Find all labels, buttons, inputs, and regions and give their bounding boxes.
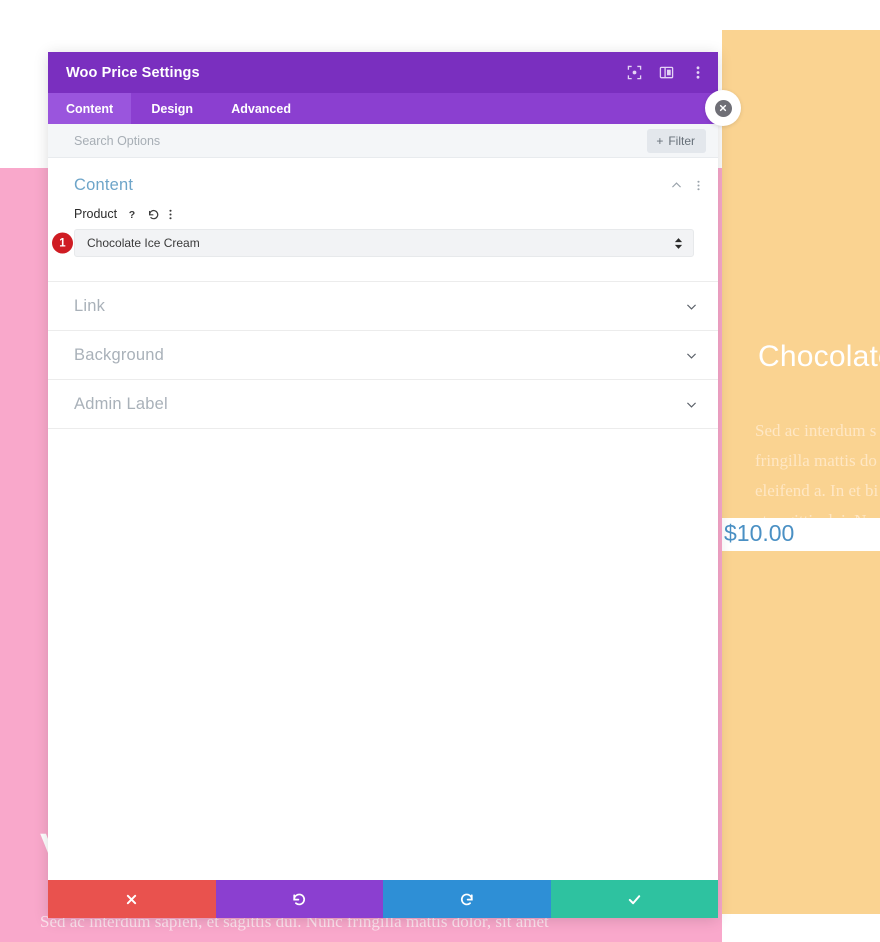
- modal-options-body: Content Product ? 1 Chocolate Ice Cream …: [48, 158, 718, 880]
- product-select-value: Chocolate Ice Cream: [87, 236, 200, 250]
- select-updown-icon: [674, 237, 683, 250]
- product-select[interactable]: Chocolate Ice Cream: [74, 229, 694, 257]
- section-admin-label[interactable]: Admin Label: [48, 380, 718, 429]
- product-field-label: Product: [74, 207, 118, 221]
- section-content-header[interactable]: Content: [48, 158, 718, 207]
- section-background[interactable]: Background: [48, 331, 718, 380]
- woo-price-settings-modal: Woo Price Settings Content Design Advanc…: [48, 52, 718, 918]
- redo-button[interactable]: [383, 880, 551, 918]
- svg-text:?: ?: [129, 209, 135, 220]
- close-preview-button[interactable]: [705, 90, 741, 126]
- modal-tab-bar: Content Design Advanced: [48, 93, 718, 124]
- reset-icon[interactable]: [147, 208, 160, 221]
- panel-layout-icon[interactable]: [658, 65, 674, 81]
- preview-product-heading: Chocolate Ic: [758, 340, 880, 373]
- more-options-icon[interactable]: [697, 179, 700, 192]
- tab-design[interactable]: Design: [131, 93, 213, 124]
- filter-button[interactable]: + Filter: [647, 128, 706, 153]
- chevron-up-icon[interactable]: [670, 179, 683, 192]
- modal-title: Woo Price Settings: [66, 64, 200, 81]
- section-link[interactable]: Link: [48, 282, 718, 331]
- chevron-down-icon[interactable]: [685, 398, 698, 411]
- modal-header-icon-group: [626, 65, 706, 81]
- more-options-icon[interactable]: [169, 208, 172, 221]
- section-content-tools: [670, 179, 700, 192]
- filter-button-label: Filter: [668, 133, 695, 148]
- product-field-block: Product ? 1 Chocolate Ice Cream: [48, 207, 718, 281]
- modal-footer: [48, 880, 718, 918]
- save-button[interactable]: [550, 880, 718, 918]
- section-link-title: Link: [74, 296, 106, 315]
- section-content: Content Product ? 1 Chocolate Ice Cream: [48, 158, 718, 282]
- status-badge: 1: [52, 232, 73, 254]
- tab-advanced[interactable]: Advanced: [213, 93, 309, 124]
- modal-header: Woo Price Settings: [48, 52, 718, 93]
- section-admin-label-title: Admin Label: [74, 394, 168, 413]
- product-select-row: 1 Chocolate Ice Cream: [52, 229, 694, 257]
- help-icon[interactable]: ?: [126, 208, 138, 220]
- preview-product-price: $10.00: [722, 518, 880, 551]
- plus-icon: +: [656, 133, 664, 148]
- focus-mode-icon[interactable]: [626, 65, 642, 81]
- chevron-down-icon[interactable]: [685, 349, 698, 362]
- product-field-label-row: Product ?: [74, 207, 694, 221]
- cancel-button[interactable]: [48, 880, 216, 918]
- section-background-title: Background: [74, 345, 165, 364]
- undo-button[interactable]: [215, 880, 383, 918]
- more-options-icon[interactable]: [690, 65, 706, 81]
- section-content-title: Content: [74, 176, 134, 194]
- tab-content[interactable]: Content: [48, 93, 132, 124]
- close-icon: [714, 99, 732, 117]
- search-input[interactable]: [72, 132, 648, 149]
- options-search-bar: + Filter: [48, 124, 718, 158]
- chevron-down-icon[interactable]: [685, 300, 698, 313]
